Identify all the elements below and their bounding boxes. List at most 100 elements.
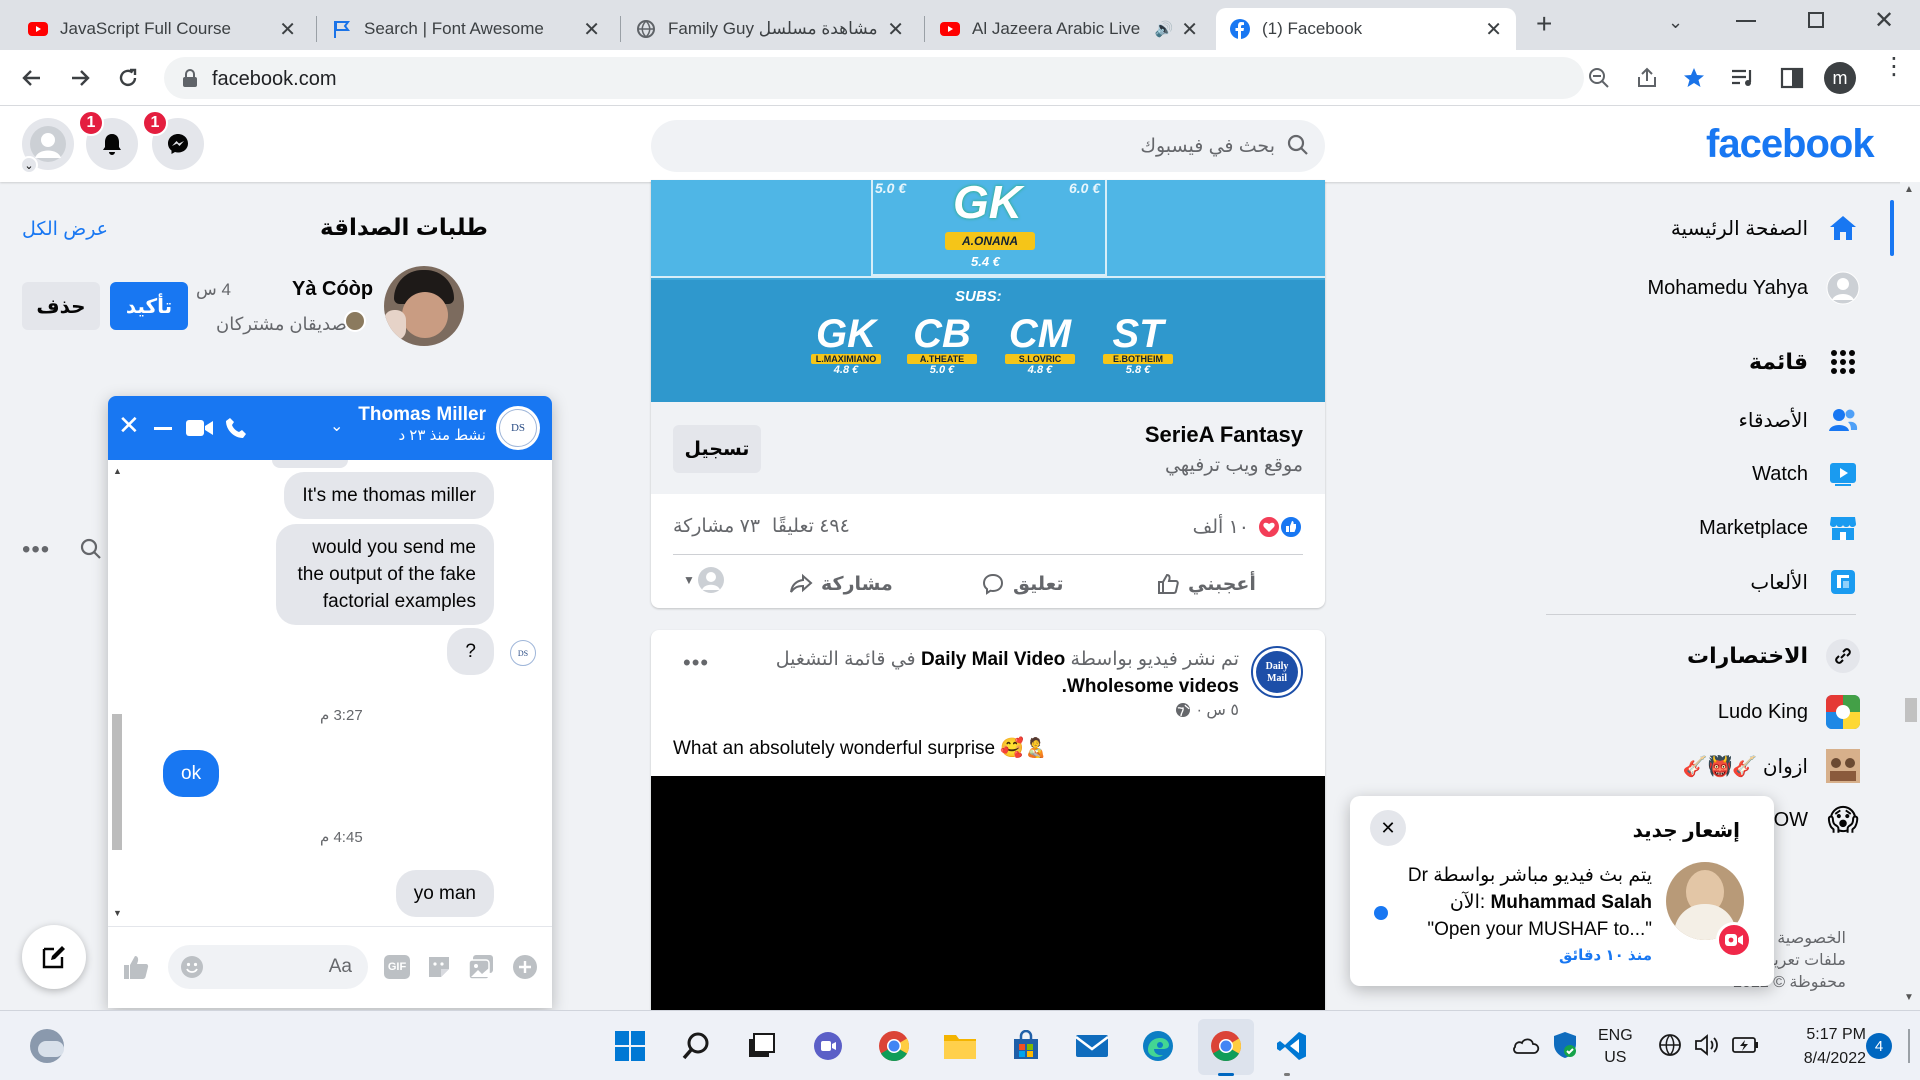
show-desktop-button[interactable] (1908, 1029, 1910, 1063)
audience-selector[interactable]: ▼ (683, 566, 725, 594)
tab-javascript-course[interactable]: JavaScript Full Course ✕ (14, 8, 310, 50)
facebook-logo[interactable]: facebook (1706, 122, 1875, 167)
playlist-link[interactable]: Wholesome videos. (1062, 676, 1239, 697)
friend-request-name[interactable]: Yà Cóòp (292, 278, 373, 301)
tab-close-icon[interactable]: ✕ (1485, 17, 1502, 42)
page-name-link[interactable]: Daily Mail Video (921, 649, 1065, 670)
shortcut-ludo-king[interactable]: Ludo King (1718, 690, 1860, 734)
file-explorer-icon[interactable] (938, 1024, 982, 1068)
language-indicator[interactable]: ENG US (1598, 1025, 1633, 1069)
security-shield-icon[interactable] (1552, 1031, 1578, 1059)
microsoft-store-icon[interactable] (1004, 1024, 1048, 1068)
friend-request-avatar[interactable] (384, 266, 464, 346)
ad-title[interactable]: SerieA Fantasy (1145, 422, 1303, 448)
tab-close-icon[interactable]: ✕ (887, 17, 904, 42)
close-chat-icon[interactable]: ✕ (118, 412, 140, 438)
more-menu-icon[interactable]: ⋮ (1882, 55, 1906, 79)
mail-icon[interactable] (1070, 1024, 1114, 1068)
vscode-icon[interactable] (1270, 1024, 1314, 1068)
signup-button[interactable]: تسجيل (673, 425, 761, 473)
attach-photo-icon[interactable] (468, 954, 494, 980)
clock[interactable]: 5:17 PM 8/4/2022 (1782, 1023, 1866, 1071)
taskbar-search-icon[interactable] (674, 1024, 718, 1068)
search-box[interactable]: بحث في فيسبوك (651, 120, 1325, 172)
nav-watch[interactable]: Watch (1752, 452, 1860, 496)
shortcut-azwan[interactable]: ازوان 🎸👹🎸 (1683, 744, 1860, 788)
tab-close-icon[interactable]: ✕ (583, 17, 600, 42)
message-input[interactable]: Aa (168, 945, 368, 989)
notification-center-badge[interactable]: 4 (1866, 1033, 1892, 1059)
message-out[interactable]: ok (163, 750, 220, 797)
confirm-button[interactable]: تأكيد (110, 282, 188, 330)
minimize-icon[interactable] (1736, 20, 1756, 22)
restore-icon[interactable] (1808, 12, 1824, 28)
chat-options-chevron-icon[interactable]: ⌄ (330, 416, 343, 436)
edge-icon[interactable] (1136, 1024, 1180, 1068)
chat-scrollbar-thumb[interactable] (112, 714, 122, 850)
nav-profile[interactable]: Mohamedu Yahya (1648, 266, 1860, 310)
chat-title[interactable]: Thomas Miller نشط منذ ٢٣ د (358, 404, 486, 444)
emoji-icon[interactable] (180, 955, 204, 979)
daily-mail-avatar[interactable]: Daily Mail (1251, 646, 1303, 698)
scrollbar-thumb[interactable] (1905, 698, 1917, 722)
volume-icon[interactable] (1694, 1033, 1720, 1057)
like-button[interactable]: أعجبني (1156, 564, 1256, 604)
reload-icon[interactable] (116, 66, 140, 90)
tab-search-chevron-icon[interactable]: ⌄ (1668, 12, 1683, 33)
bookmark-star-icon[interactable] (1682, 66, 1706, 90)
sticker-icon[interactable] (426, 954, 452, 980)
chat-scrollbar[interactable]: ▲ ▼ (110, 466, 124, 926)
post-options-icon[interactable]: ••• (683, 650, 709, 676)
chat-avatar[interactable]: DS (496, 406, 540, 450)
tab-family-guy[interactable]: مشاهدة مسلسل Family Guy ✕ (622, 8, 918, 50)
search-input[interactable]: بحث في فيسبوك (1140, 135, 1275, 158)
scroll-up-arrow-icon[interactable]: ▲ (1904, 184, 1914, 195)
profile-avatar[interactable]: m (1824, 62, 1856, 94)
delete-button[interactable]: حذف (22, 282, 100, 330)
onedrive-cloud-icon[interactable] (1512, 1035, 1540, 1055)
nav-home[interactable]: الصفحة الرئيسية (1671, 206, 1860, 250)
window-close-icon[interactable]: ✕ (1874, 6, 1894, 35)
post-time[interactable]: ٥ س · (1197, 700, 1239, 720)
message-in[interactable]: ? (447, 628, 494, 675)
phone-icon[interactable] (224, 416, 248, 440)
notification-toast[interactable]: إشعار جديد ✕ يتم بث فيديو مباشر بواسطة D… (1350, 796, 1774, 986)
reactions-summary[interactable]: ١٠ ألف (1193, 515, 1303, 539)
share-count[interactable]: ٧٣ مشاركة (673, 515, 760, 538)
contacts-search-icon[interactable] (80, 538, 102, 560)
thumbs-up-send-icon[interactable] (122, 953, 150, 981)
network-globe-icon[interactable] (1658, 1033, 1682, 1057)
zoom-out-icon[interactable] (1588, 67, 1610, 89)
side-panel-icon[interactable] (1780, 66, 1804, 90)
chrome-icon[interactable] (872, 1024, 916, 1068)
video-player[interactable] (651, 776, 1325, 1010)
media-control-icon[interactable] (1730, 66, 1756, 90)
account-chevron-icon[interactable]: ⌄ (20, 156, 38, 174)
nav-friends[interactable]: الأصدقاء (1738, 398, 1860, 442)
task-view-icon[interactable] (740, 1024, 784, 1068)
tab-facebook[interactable]: (1) Facebook ✕ (1216, 8, 1516, 50)
nav-menu[interactable]: قائمة (1749, 340, 1860, 384)
fantasy-lineup-image[interactable]: 5.0 € 6.0 € GK A.ONANA 5.4 € SUBS: GK L.… (651, 180, 1325, 402)
shortcut-ow[interactable]: 😱 OW (1774, 798, 1860, 842)
forward-icon[interactable] (68, 66, 92, 90)
link-icon[interactable] (1826, 639, 1860, 673)
comment-button[interactable]: تعليق (981, 564, 1064, 604)
new-message-button[interactable] (22, 925, 86, 989)
speaker-icon[interactable]: 🔊 (1155, 20, 1174, 38)
comment-count[interactable]: ٤٩٤ تعليقًا (772, 515, 850, 538)
tab-close-icon[interactable]: ✕ (1181, 17, 1198, 42)
tab-al-jazeera[interactable]: Al Jazeera Arabic Live 🔊 ✕ (926, 8, 1212, 50)
gif-icon[interactable]: GIF (384, 955, 410, 979)
close-notification-icon[interactable]: ✕ (1370, 810, 1406, 846)
page-scrollbar[interactable]: ▲ ▼ (1900, 182, 1920, 1010)
message-in[interactable]: It's me thomas miller (284, 472, 494, 519)
teams-chat-icon[interactable] (806, 1024, 850, 1068)
start-windows-icon[interactable] (608, 1024, 652, 1068)
lock-icon[interactable] (182, 69, 198, 87)
nav-gaming[interactable]: الألعاب (1750, 560, 1860, 604)
back-icon[interactable] (20, 66, 44, 90)
video-call-icon[interactable] (186, 418, 214, 438)
plus-circle-icon[interactable] (512, 954, 538, 980)
chrome-active-icon[interactable] (1204, 1024, 1248, 1068)
